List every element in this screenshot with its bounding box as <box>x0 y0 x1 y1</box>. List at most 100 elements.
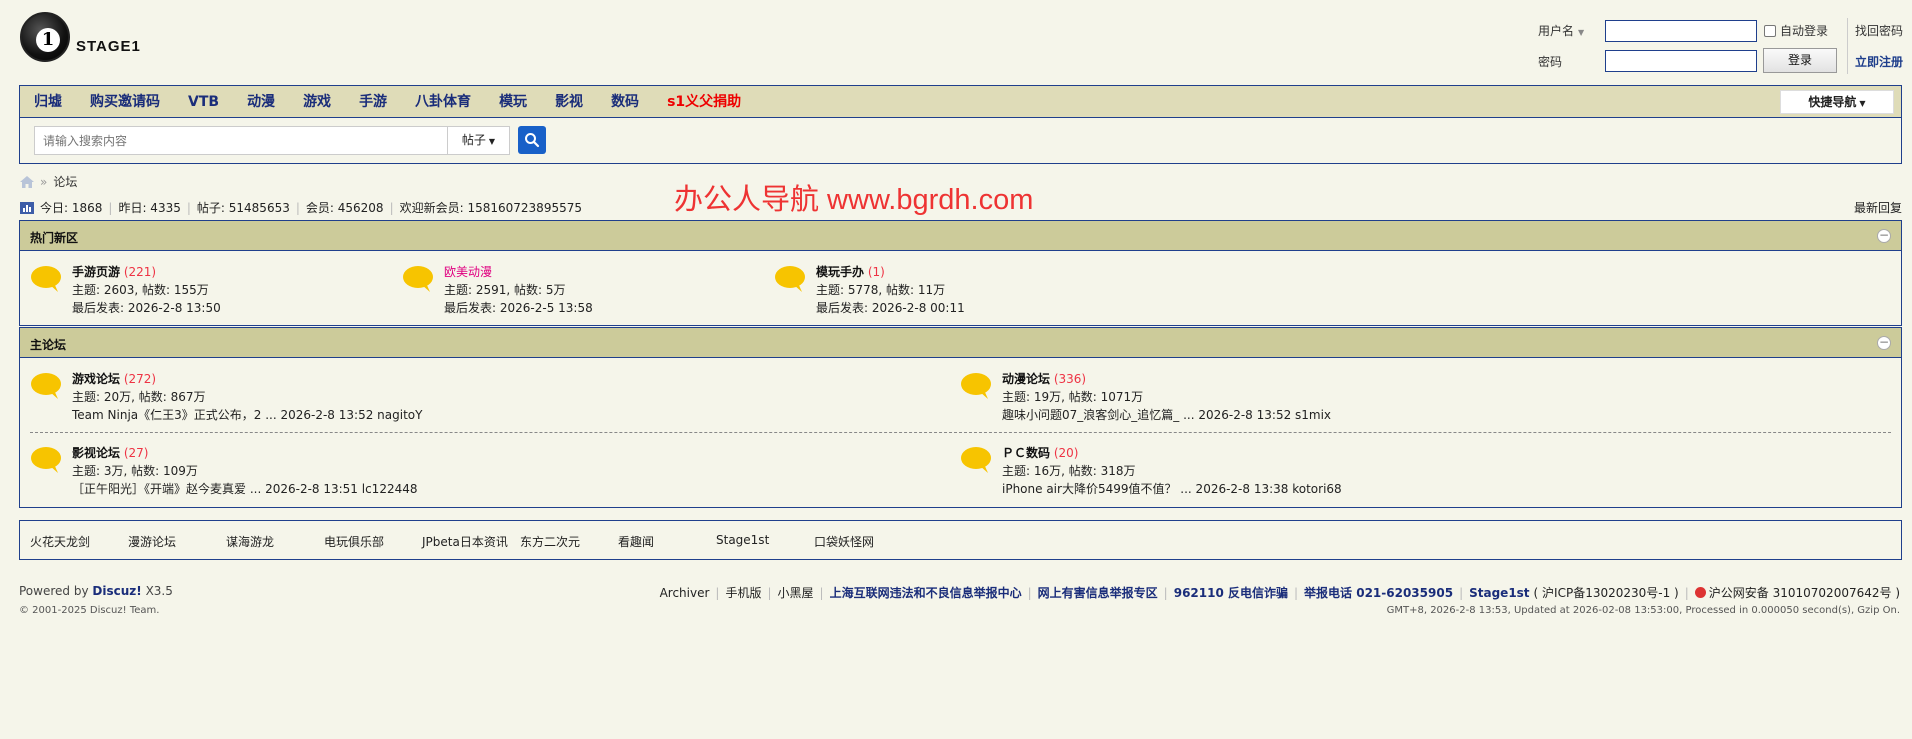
find-password-link[interactable]: 找回密码 <box>1855 22 1903 39</box>
forum-stats: 主题: 5778, 帖数: 11万 <box>816 283 946 297</box>
footer-link-blackroom[interactable]: 小黑屋 <box>778 584 814 601</box>
forum-name[interactable]: 游戏论坛 <box>72 372 120 386</box>
nav-item-games[interactable]: 游戏 <box>289 86 345 118</box>
footer-link-anti-fraud[interactable]: 962110 反电信诈骗 <box>1174 584 1288 601</box>
footer-link-report-center[interactable]: 上海互联网违法和不良信息举报中心 <box>830 584 1022 601</box>
speech-bubble-icon <box>31 447 61 473</box>
footer-divider: | <box>1294 585 1299 600</box>
search-icon <box>525 133 540 148</box>
nav-item-models[interactable]: 模玩 <box>485 86 541 118</box>
powered-brand[interactable]: Discuz! <box>92 584 141 598</box>
quick-nav-button[interactable]: 快捷导航 ▼ <box>1780 90 1894 114</box>
powered-prefix: Powered by <box>19 584 89 598</box>
home-icon[interactable] <box>20 175 34 188</box>
friend-link[interactable]: 火花天龙剑 <box>30 533 90 550</box>
forum-name[interactable]: 欧美动漫 <box>444 265 492 279</box>
breadcrumb-current[interactable]: 论坛 <box>53 173 77 190</box>
friend-link[interactable]: 谋海游龙 <box>226 533 274 550</box>
police-badge-icon <box>1694 587 1706 598</box>
forum-name[interactable]: ＰＣ数码 <box>1002 446 1050 460</box>
username-input[interactable] <box>1605 20 1757 42</box>
chevron-down-icon: ▼ <box>488 137 496 146</box>
friend-link[interactable]: Stage1st <box>716 533 769 547</box>
forum-stats: 主题: 3万, 帖数: 109万 <box>72 464 198 478</box>
auto-login-checkbox[interactable] <box>1764 24 1776 37</box>
footer-divider: | <box>1459 585 1464 600</box>
search-type-select[interactable]: 帖子 ▼ <box>448 126 510 155</box>
register-link[interactable]: 立即注册 <box>1855 53 1903 70</box>
username-label-text: 用户名 <box>1538 24 1575 38</box>
forum-last-post[interactable]: iPhone air大降价5499值不值？ ... 2026-2-8 13:38… <box>1002 480 1342 498</box>
nav-item-anime[interactable]: 动漫 <box>233 86 289 118</box>
friend-link[interactable]: 东方二次元 <box>520 533 580 550</box>
collapse-icon[interactable]: − <box>1877 229 1891 243</box>
nav-item-movies[interactable]: 影视 <box>541 86 597 118</box>
auto-login-label: 自动登录 <box>1780 24 1829 38</box>
friend-link[interactable]: 口袋妖怪网 <box>814 533 874 550</box>
server-status: GMT+8, 2026-2-8 13:53, Updated at 2026-0… <box>1386 605 1900 616</box>
forum-stats: 主题: 20万, 帖数: 867万 <box>72 390 206 404</box>
collapse-icon[interactable]: − <box>1877 336 1891 350</box>
main-forums-section: 主论坛 − 游戏论坛 (272) 主题: 20万, 帖数: 867万 Team … <box>19 327 1902 508</box>
username-label[interactable]: 用户名 ▼ <box>1538 22 1584 39</box>
forum-last-post[interactable]: 最后发表: 2026-2-5 13:58 <box>444 299 593 317</box>
logo-emblem: 1 <box>20 12 70 62</box>
password-label: 密码 <box>1538 55 1563 69</box>
forum-name[interactable]: 模玩手办 <box>816 265 864 279</box>
forum-new-count: (221) <box>123 265 157 279</box>
friend-link[interactable]: JPbeta日本资讯 <box>422 533 508 550</box>
footer-link-stage1st[interactable]: Stage1st <box>1469 586 1529 600</box>
footer-divider: | <box>767 585 772 600</box>
footer-link-mobile[interactable]: 手机版 <box>725 584 761 601</box>
nav-item-digital[interactable]: 数码 <box>597 86 653 118</box>
forum-new-count: (272) <box>123 372 157 386</box>
friend-link[interactable]: 电玩俱乐部 <box>324 533 384 550</box>
stat-members: 会员: 456208 <box>305 201 384 215</box>
forum-last-post[interactable]: ［正午阳光］《开端》赵今麦真爱 ... 2026-2-8 13:51 lc122… <box>72 480 418 498</box>
section-title[interactable]: 热门新区 <box>30 229 78 246</box>
stat-divider: | <box>389 200 394 215</box>
auto-login[interactable]: 自动登录 <box>1764 22 1828 39</box>
forum-stats: 主题: 16万, 帖数: 318万 <box>1002 464 1136 478</box>
footer-link-police[interactable]: 沪公网安备 31010702007642号 ) <box>1709 584 1900 601</box>
footer-links: Archiver | 手机版 | 小黑屋 | 上海互联网违法和不良信息举报中心 … <box>660 584 1900 601</box>
footer-link-harmful-info[interactable]: 网上有害信息举报专区 <box>1038 584 1158 601</box>
powered-by: Powered by Discuz! X3.5 <box>19 584 173 598</box>
footer-link-report-phone[interactable]: 举报电话 021-62035905 <box>1304 584 1453 601</box>
footer-divider: | <box>1027 585 1032 600</box>
powered-version: X3.5 <box>145 584 173 598</box>
latest-reply-link[interactable]: 最新回复 <box>1854 199 1902 216</box>
forum-last-post[interactable]: Team Ninja《仁王3》正式公布，2 ... 2026-2-8 13:52… <box>72 406 422 424</box>
forum-info: 影视论坛 (27) 主题: 3万, 帖数: 109万 ［正午阳光］《开端》赵今麦… <box>72 444 418 498</box>
forum-name[interactable]: 影视论坛 <box>72 446 120 460</box>
friend-link[interactable]: 漫游论坛 <box>128 533 176 550</box>
stat-divider: | <box>186 200 191 215</box>
friend-link[interactable]: 看趣闻 <box>618 533 654 550</box>
password-input[interactable] <box>1605 50 1757 72</box>
section-header: 热门新区 − <box>20 221 1901 251</box>
login-button[interactable]: 登录 <box>1763 48 1837 73</box>
forum-last-post[interactable]: 最后发表: 2026-2-8 00:11 <box>816 299 965 317</box>
forum-last-post[interactable]: 趣味小问题07_浪客剑心_追忆篇_ ... 2026-2-8 13:52 s1m… <box>1002 406 1331 424</box>
login-form: 用户名 ▼ 自动登录 密码 登录 找回密码 立即注册 <box>1512 18 1912 74</box>
nav-item-donate[interactable]: s1义父捐助 <box>653 86 755 118</box>
nav-item-mobile-games[interactable]: 手游 <box>345 86 401 118</box>
forum-last-post[interactable]: 最后发表: 2026-2-8 13:50 <box>72 299 221 317</box>
nav-item-vtb[interactable]: VTB <box>174 86 233 118</box>
stat-welcome[interactable]: 欢迎新会员: 158160723895575 <box>400 199 582 216</box>
nav-item-guixu[interactable]: 归墟 <box>20 86 76 118</box>
search-button[interactable] <box>518 126 546 154</box>
forum-name[interactable]: 手游页游 <box>72 265 120 279</box>
search-input[interactable] <box>34 126 448 155</box>
site-logo[interactable]: 1 STAGE1 <box>20 12 150 64</box>
hot-forums-section: 热门新区 − 手游页游 (221) 主题: 2603, 帖数: 155万 最后发… <box>19 220 1902 326</box>
footer-icp[interactable]: ( 沪ICP备13020230号-1 ) <box>1534 584 1679 601</box>
quick-nav-label: 快捷导航 <box>1808 95 1857 109</box>
section-title[interactable]: 主论坛 <box>30 336 66 353</box>
forum-name[interactable]: 动漫论坛 <box>1002 372 1050 386</box>
forum-info: 模玩手办 (1) 主题: 5778, 帖数: 11万 最后发表: 2026-2-… <box>816 263 965 317</box>
nav-item-gossip-sports[interactable]: 八卦体育 <box>401 86 485 118</box>
search-type-label: 帖子 <box>461 133 486 147</box>
footer-link-archiver[interactable]: Archiver <box>660 586 710 600</box>
nav-item-invite-code[interactable]: 购买邀请码 <box>76 86 174 118</box>
